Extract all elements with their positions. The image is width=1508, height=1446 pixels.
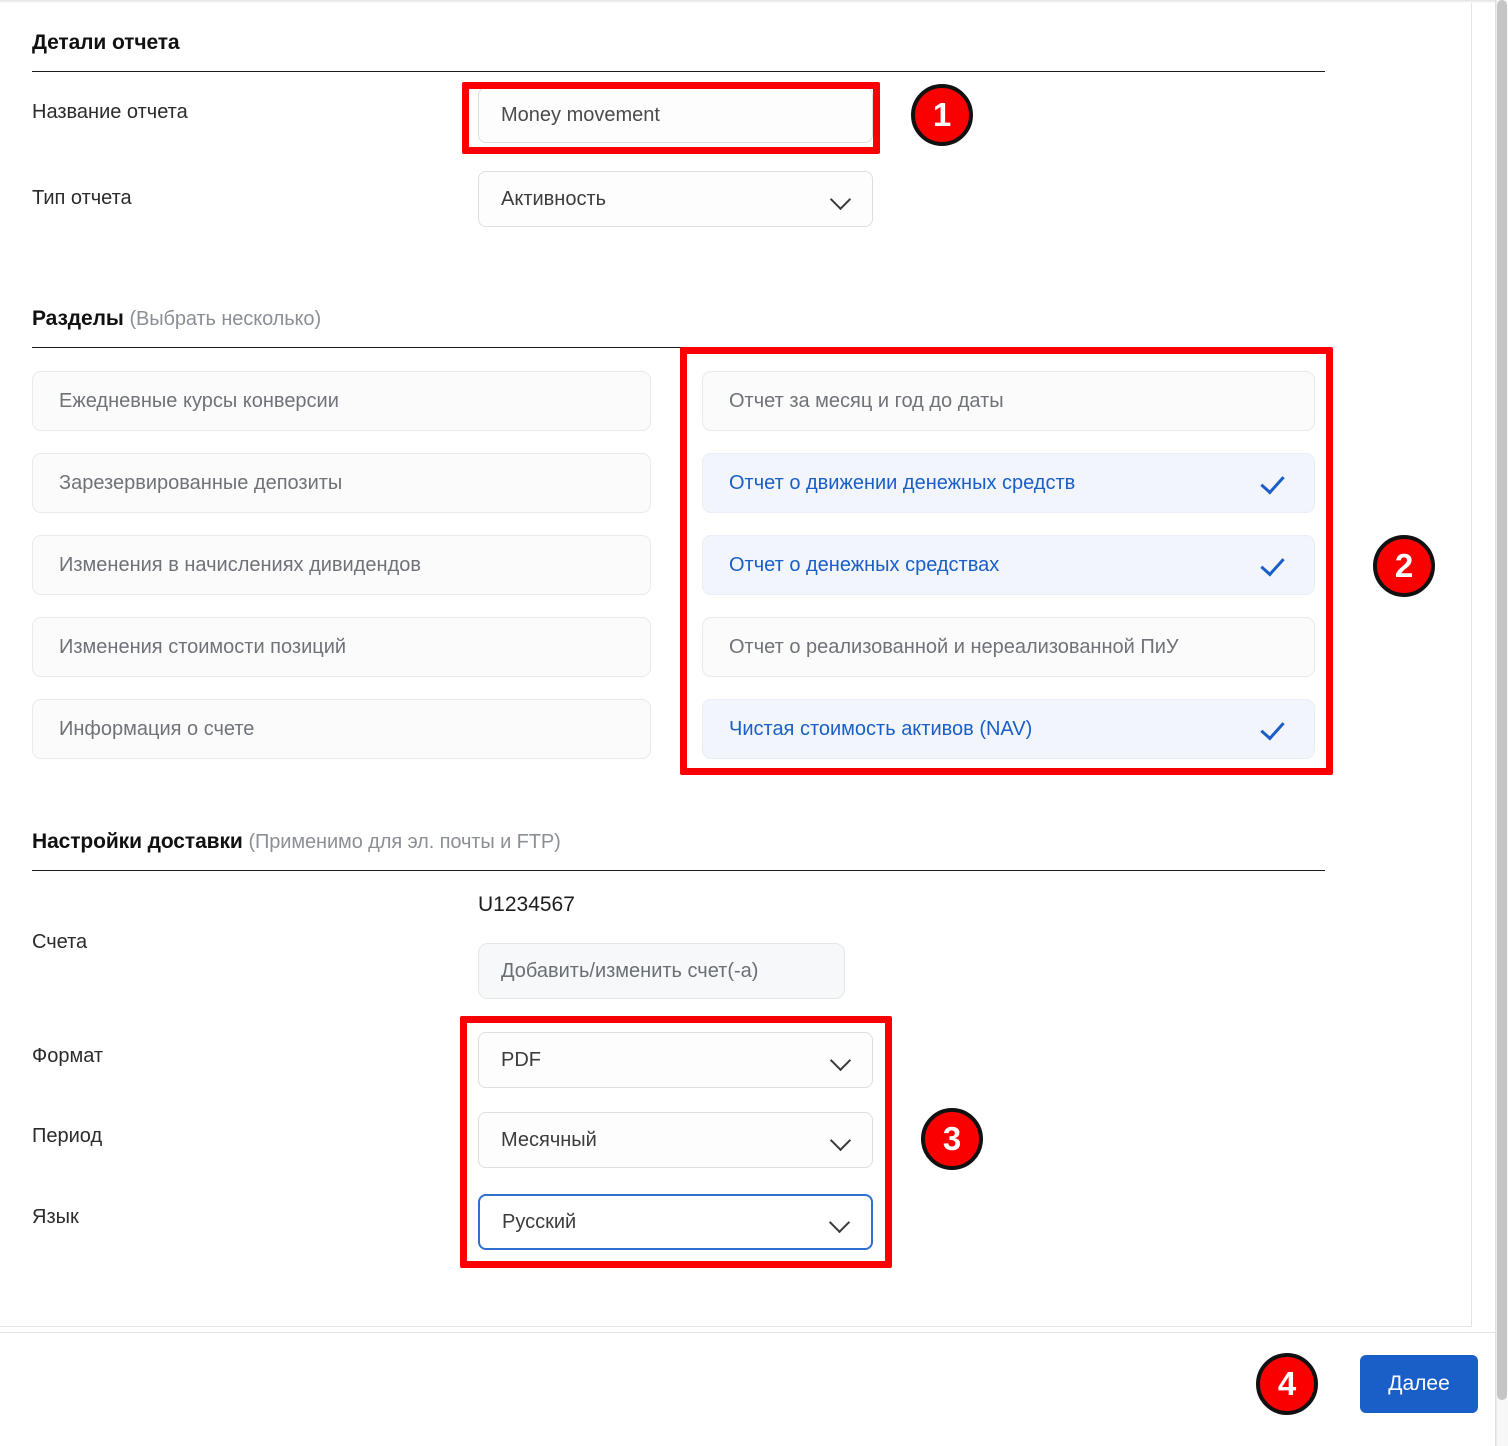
sections-divider [32, 347, 1325, 348]
section-option-label: Ежедневные курсы конверсии [59, 389, 339, 412]
add-edit-accounts-label: Добавить/изменить счет(-а) [501, 959, 759, 982]
chevron-down-icon [832, 190, 850, 208]
annotation-badge-4: 4 [1256, 1353, 1318, 1415]
next-button[interactable]: Далее [1360, 1355, 1478, 1413]
report-type-label: Тип отчета [32, 187, 132, 209]
report-type-value: Активность [501, 187, 607, 210]
language-select[interactable]: Русский [478, 1194, 873, 1250]
section-option-left-3[interactable]: Изменения стоимости позиций [32, 617, 651, 677]
section-option-label: Отчет о движении денежных средств [729, 471, 1076, 494]
checkmark-icon [1262, 716, 1288, 742]
period-value: Месячный [501, 1128, 597, 1151]
chevron-down-icon [831, 1213, 849, 1231]
report-name-input[interactable] [478, 87, 873, 143]
section-option-left-4[interactable]: Информация о счете [32, 699, 651, 759]
report-name-label: Название отчета [32, 101, 188, 123]
section-option-right-2[interactable]: Отчет о денежных средствах [702, 535, 1315, 595]
chevron-down-icon [832, 1051, 850, 1069]
add-edit-accounts-button[interactable]: Добавить/изменить счет(-а) [478, 943, 845, 999]
section-option-right-4[interactable]: Чистая стоимость активов (NAV) [702, 699, 1315, 759]
section-option-left-0[interactable]: Ежедневные курсы конверсии [32, 371, 651, 431]
footer-divider [0, 1332, 1496, 1333]
section-option-label: Чистая стоимость активов (NAV) [729, 717, 1033, 740]
sections-heading: Разделы (Выбрать несколько) [32, 307, 321, 331]
annotation-badge-3: 3 [921, 1108, 983, 1170]
section-option-label: Информация о счете [59, 717, 255, 740]
period-select[interactable]: Месячный [478, 1112, 873, 1168]
section-option-left-1[interactable]: Зарезервированные депозиты [32, 453, 651, 513]
sections-heading-sub: (Выбрать несколько) [129, 308, 322, 330]
report-configuration-card: Детали отчета Название отчета Тип отчета… [0, 3, 1472, 1327]
section-option-left-2[interactable]: Изменения в начислениях дивидендов [32, 535, 651, 595]
format-select[interactable]: PDF [478, 1032, 873, 1088]
language-label: Язык [32, 1206, 79, 1228]
page-scrollbar[interactable] [1496, 0, 1508, 1446]
chevron-down-icon [832, 1131, 850, 1149]
section-option-label: Зарезервированные депозиты [59, 471, 343, 494]
report-details-heading: Детали отчета [32, 31, 180, 55]
language-value: Русский [502, 1210, 577, 1233]
scrollbar-thumb[interactable] [1497, 0, 1507, 1400]
delivery-settings-heading: Настройки доставки (Применимо для эл. по… [32, 830, 561, 854]
section-option-label: Отчет за месяц и год до даты [729, 389, 1004, 412]
format-label: Формат [32, 1045, 104, 1067]
checkmark-icon [1262, 470, 1288, 496]
annotation-badge-1: 1 [911, 84, 973, 146]
annotation-badge-2: 2 [1373, 535, 1435, 597]
account-id-value: U1234567 [478, 893, 575, 916]
sections-heading-text: Разделы [32, 307, 124, 330]
accounts-label: Счета [32, 931, 88, 953]
report-type-select[interactable]: Активность [478, 171, 873, 227]
section-option-label: Отчет о реализованной и нереализованной … [729, 635, 1179, 658]
section-option-right-3[interactable]: Отчет о реализованной и нереализованной … [702, 617, 1315, 677]
section-option-right-1[interactable]: Отчет о движении денежных средств [702, 453, 1315, 513]
checkmark-icon [1262, 552, 1288, 578]
delivery-divider [32, 870, 1325, 871]
report-details-heading-text: Детали отчета [32, 31, 180, 54]
period-label: Период [32, 1125, 103, 1147]
section-option-label: Отчет о денежных средствах [729, 553, 1000, 576]
section-option-label: Изменения стоимости позиций [59, 635, 347, 658]
report-details-divider [32, 71, 1325, 72]
section-option-label: Изменения в начислениях дивидендов [59, 553, 421, 576]
format-value: PDF [501, 1048, 541, 1071]
section-option-right-0[interactable]: Отчет за месяц и год до даты [702, 371, 1315, 431]
delivery-heading-sub: (Применимо для эл. почты и FTP) [248, 831, 561, 853]
delivery-heading-text: Настройки доставки [32, 830, 243, 853]
